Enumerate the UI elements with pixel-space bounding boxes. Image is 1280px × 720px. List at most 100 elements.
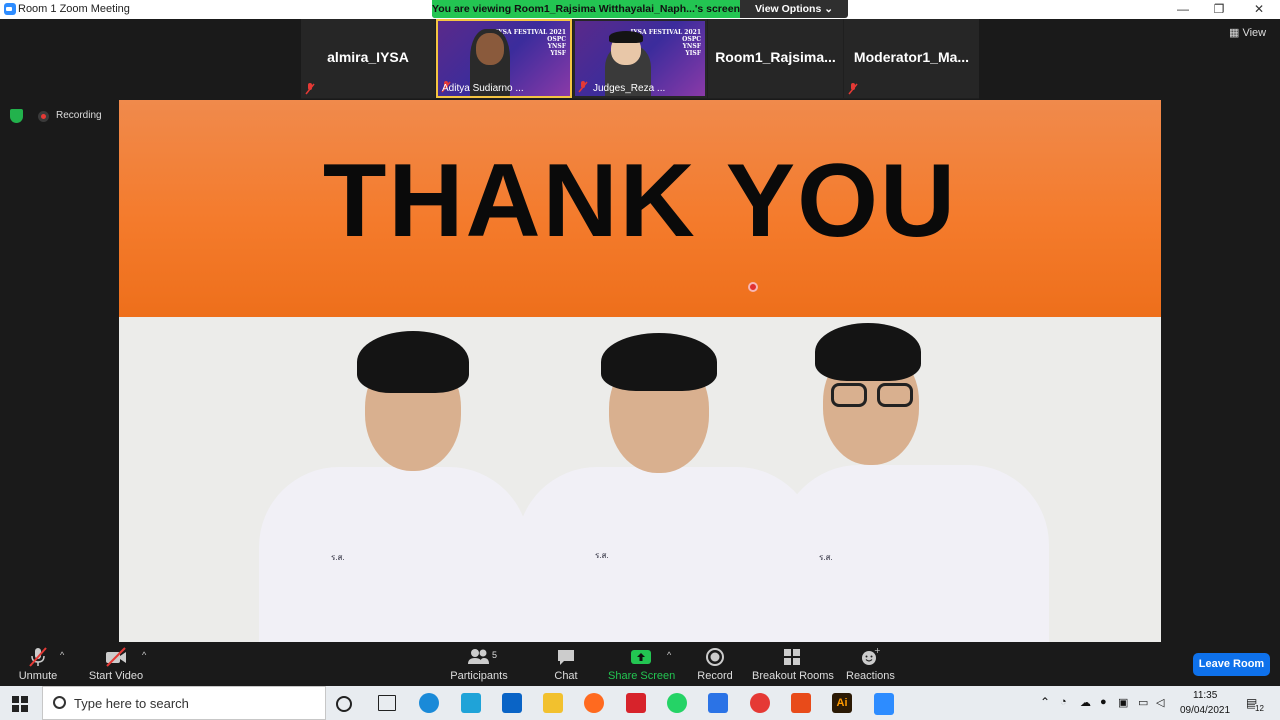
participant-name: Judges_Reza ... — [593, 83, 666, 94]
participant-face — [476, 33, 504, 65]
participants-label: Participants — [450, 670, 508, 682]
search-icon — [53, 696, 66, 709]
participant-video-tile[interactable]: IYSA FESTIVAL 2021 OSPC YNSF YISF Judges_Re… — [573, 19, 707, 98]
record-label: Record — [697, 670, 733, 682]
reactions-icon: + — [862, 646, 881, 665]
record-icon — [706, 648, 724, 666]
whatsapp-icon[interactable] — [667, 693, 687, 713]
leave-room-button[interactable]: Leave Room — [1193, 653, 1270, 676]
participant-tile[interactable]: Moderator1_Ma... — [844, 19, 979, 98]
wps-icon[interactable] — [708, 693, 728, 713]
file-explorer-icon[interactable] — [543, 693, 563, 713]
participant-name: Room1_Rajsima... — [715, 49, 836, 65]
view-layout-button[interactable]: ▦ View — [1229, 26, 1266, 39]
audio-options-caret[interactable]: ^ — [60, 650, 64, 660]
unmute-label: Unmute — [18, 670, 58, 682]
grid-icon: ▦ — [1229, 27, 1240, 39]
zoom-taskbar-icon[interactable] — [874, 693, 894, 715]
video-options-caret[interactable]: ^ — [142, 650, 146, 660]
start-video-button[interactable]: Start Video — [88, 646, 144, 682]
meeting-toolbar: Unmute ^ Start Video ^ 5 Participants Ch… — [0, 642, 1280, 686]
clock-time[interactable]: 11:35 — [1193, 690, 1217, 701]
participant-strip: almira_IYSA IYSA FESTIVAL 2021 OSPC YNSF YI… — [301, 19, 979, 99]
breakout-rooms-icon — [784, 649, 800, 665]
reactions-label: Reactions — [846, 670, 895, 682]
shirt-badge: ร.ส. — [331, 553, 345, 562]
participant-name: almira_IYSA — [327, 49, 409, 65]
cortana-icon[interactable] — [336, 696, 352, 712]
muted-mic-icon — [29, 647, 47, 667]
restore-button[interactable]: ❐ — [1200, 0, 1238, 19]
onedrive-icon[interactable]: ☁ — [1080, 696, 1091, 709]
video-off-icon — [106, 647, 126, 667]
svg-text:+: + — [874, 646, 881, 655]
student-shirt — [259, 467, 529, 642]
share-options-caret[interactable]: ^ — [667, 650, 671, 660]
participant-tile[interactable]: almira_IYSA — [301, 19, 435, 98]
battery-icon[interactable]: ▭ — [1138, 696, 1148, 709]
chat-icon — [558, 650, 574, 665]
chat-button[interactable]: Chat — [548, 646, 584, 682]
viewing-screen-text: You are viewing Room1_Rajsima Witthayala… — [432, 0, 740, 18]
participants-count: 5 — [492, 650, 498, 660]
reactions-button[interactable]: + Reactions — [846, 646, 895, 682]
network-icon[interactable]: ◔ — [1060, 696, 1067, 708]
unmute-button[interactable]: Unmute — [18, 646, 58, 682]
device-icon[interactable]: ▣ — [1118, 696, 1128, 709]
windows-taskbar: Type here to search Ai ⌃ ◔ ☁ ● ▣ ▭ ◁ 11:… — [0, 686, 1280, 720]
mail-icon[interactable] — [502, 693, 522, 713]
participant-hair — [609, 31, 643, 43]
volume-icon[interactable]: ◁ — [1156, 696, 1164, 709]
office-icon[interactable] — [791, 693, 811, 713]
muted-mic-icon — [578, 81, 588, 93]
remote-cursor-icon — [748, 282, 758, 292]
start-video-label: Start Video — [88, 670, 144, 682]
chevron-up-icon[interactable]: ⌃ — [1040, 695, 1050, 709]
clock-date[interactable]: 09/04/2021 — [1180, 705, 1230, 716]
breakout-rooms-button[interactable]: Breakout Rooms — [752, 646, 834, 682]
shared-screen: THANK YOU ร.ส. ร.ส. ร.ส. — [119, 100, 1161, 642]
zoom-logo-icon — [4, 3, 16, 15]
record-dot-icon[interactable] — [38, 111, 49, 122]
minimize-button[interactable]: — — [1164, 0, 1202, 19]
student-shirt — [517, 467, 817, 642]
breakout-rooms-label: Breakout Rooms — [752, 670, 834, 682]
share-screen-button[interactable]: Share Screen — [608, 646, 676, 682]
windows-start-icon[interactable] — [12, 696, 28, 712]
recording-label: Recording — [56, 110, 102, 121]
chrome-icon[interactable] — [750, 693, 770, 713]
window-title: Room 1 Zoom Meeting — [18, 3, 130, 15]
taskbar-search-box[interactable]: Type here to search — [42, 686, 326, 720]
share-screen-icon — [631, 650, 651, 664]
illustrator-icon[interactable]: Ai — [832, 693, 852, 713]
muted-mic-icon — [305, 83, 315, 95]
glasses — [877, 383, 913, 407]
viewing-banner: You are viewing Room1_Rajsima Witthayala… — [432, 0, 848, 18]
slide-headline: THANK YOU — [322, 143, 958, 259]
acrobat-icon[interactable] — [626, 693, 646, 713]
participant-name: Aditya Sudiarno ... — [442, 83, 524, 94]
student-hair — [357, 331, 469, 393]
security-shield-icon — [10, 109, 23, 123]
muted-mic-icon — [848, 83, 858, 95]
close-button[interactable]: ✕ — [1240, 0, 1278, 19]
view-options-button[interactable]: View Options ⌄ — [740, 0, 848, 18]
record-button[interactable]: Record — [696, 646, 734, 682]
participants-icon — [468, 649, 489, 664]
participant-name: Moderator1_Ma... — [853, 49, 970, 65]
slide-banner: THANK YOU — [119, 100, 1161, 317]
student-hair — [815, 323, 921, 381]
edge-icon[interactable] — [419, 693, 439, 713]
participant-video-tile[interactable]: IYSA FESTIVAL 2021 OSPC YNSF YISF Aditya Su… — [436, 19, 572, 98]
shirt-badge: ร.ส. — [595, 551, 609, 560]
participant-tile[interactable]: Room1_Rajsima... — [708, 19, 843, 98]
task-view-icon[interactable] — [378, 695, 396, 711]
group-photo: ร.ส. ร.ส. ร.ส. — [119, 317, 1161, 642]
l-app-icon[interactable] — [461, 693, 481, 713]
firefox-icon[interactable] — [584, 693, 604, 713]
share-screen-label: Share Screen — [608, 670, 676, 682]
microphone-icon[interactable]: ● — [1100, 696, 1107, 708]
notification-count: 12 — [1255, 704, 1264, 713]
student-hair — [601, 333, 717, 391]
participants-button[interactable]: 5 Participants — [448, 646, 510, 682]
